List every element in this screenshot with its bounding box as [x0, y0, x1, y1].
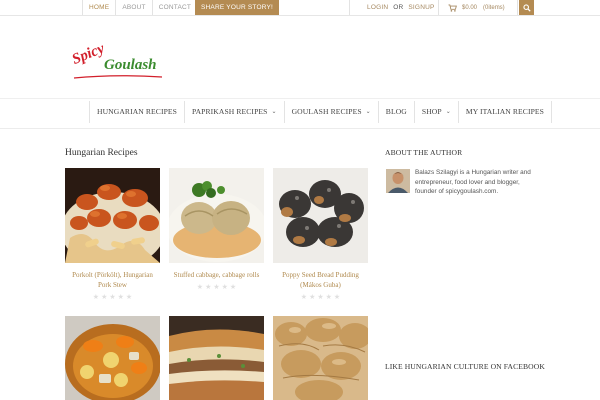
auth-or-label: OR: [393, 4, 404, 11]
top-nav: HOME ABOUT CONTACT: [82, 0, 199, 15]
nav-item-label: MY ITALIAN RECIPES: [465, 107, 544, 116]
star-icon[interactable]: ★: [93, 293, 99, 301]
nav-item-label: GOULASH RECIPES: [291, 107, 362, 116]
recipe-card[interactable]: Porkolt (Pörkölt), Hungarian Pork Stew ★…: [65, 168, 160, 301]
about-author-heading: ABOUT THE AUTHOR: [385, 148, 463, 157]
recipe-title-link[interactable]: Stuffed cabbage, cabbage rolls: [169, 270, 264, 280]
recipe-image-stew[interactable]: [65, 316, 160, 400]
share-story-button[interactable]: SHARE YOUR STORY!: [195, 0, 280, 15]
chevron-down-icon: ⌄: [271, 109, 277, 115]
content-divider: [0, 128, 600, 129]
top-bar: HOME ABOUT CONTACT SHARE YOUR STORY! LOG…: [0, 0, 600, 16]
login-link[interactable]: LOGIN: [367, 4, 388, 11]
site-logo[interactable]: Spicy Goulash: [70, 36, 165, 84]
star-icon[interactable]: ★: [118, 293, 124, 301]
star-icon[interactable]: ★: [222, 283, 228, 291]
top-nav-contact[interactable]: CONTACT: [153, 0, 199, 15]
star-icon[interactable]: ★: [213, 283, 219, 291]
recipe-card[interactable]: Poppy Seed Bread Pudding (Mákos Guba) ★ ★…: [273, 168, 368, 301]
cart-items-count: (0items): [483, 4, 505, 11]
author-bio: Balazs Szilagyi is a Hungarian writer an…: [415, 169, 531, 195]
nav-item-shop[interactable]: SHOP ⌄: [415, 101, 459, 123]
recipe-image-pastry[interactable]: [273, 316, 368, 400]
search-icon: [522, 3, 531, 12]
star-rating[interactable]: ★ ★ ★ ★ ★: [65, 293, 160, 301]
main-nav-bar: HUNGARIAN RECIPES PAPRIKASH RECIPES ⌄ GO…: [0, 98, 600, 126]
star-icon[interactable]: ★: [334, 293, 340, 301]
logo-graphic: Spicy Goulash: [70, 40, 163, 79]
recipe-card[interactable]: [169, 316, 264, 400]
nav-item-hungarian-recipes[interactable]: HUNGARIAN RECIPES: [90, 101, 185, 123]
star-rating[interactable]: ★ ★ ★ ★ ★: [169, 283, 264, 291]
nav-item-label: HUNGARIAN RECIPES: [97, 107, 177, 116]
star-icon[interactable]: ★: [126, 293, 132, 301]
page-title: Hungarian Recipes: [65, 148, 138, 158]
cart-icon: [448, 3, 457, 12]
signup-link[interactable]: SIGNUP: [408, 4, 434, 11]
cart-widget[interactable]: $0.00 (0items): [438, 0, 518, 15]
recipe-image-poppy-seed-pudding[interactable]: [273, 168, 368, 263]
star-icon[interactable]: ★: [197, 283, 203, 291]
top-nav-about[interactable]: ABOUT: [116, 0, 153, 15]
chevron-down-icon: ⌄: [365, 109, 371, 115]
cart-amount: $0.00: [462, 4, 478, 11]
chevron-down-icon: ⌄: [445, 109, 451, 115]
nav-item-paprikash-recipes[interactable]: PAPRIKASH RECIPES ⌄: [185, 101, 285, 123]
star-icon[interactable]: ★: [109, 293, 115, 301]
author-avatar: [386, 169, 410, 193]
star-icon[interactable]: ★: [309, 293, 315, 301]
auth-links: LOGIN OR SIGNUP: [349, 0, 435, 15]
facebook-heading: LIKE HUNGARIAN CULTURE ON FACEBOOK: [385, 362, 545, 371]
recipe-image-casserole[interactable]: [169, 316, 264, 400]
nav-item-blog[interactable]: BLOG: [379, 101, 415, 123]
star-icon[interactable]: ★: [301, 293, 307, 301]
recipe-card[interactable]: Stuffed cabbage, cabbage rolls ★ ★ ★ ★ ★: [169, 168, 264, 291]
main-nav: HUNGARIAN RECIPES PAPRIKASH RECIPES ⌄ GO…: [89, 101, 552, 123]
recipe-title-link[interactable]: Porkolt (Pörkölt), Hungarian Pork Stew: [65, 270, 160, 290]
nav-item-label: PAPRIKASH RECIPES: [191, 107, 268, 116]
recipe-card[interactable]: [273, 316, 368, 400]
star-icon[interactable]: ★: [230, 283, 236, 291]
star-icon[interactable]: ★: [317, 293, 323, 301]
star-icon[interactable]: ★: [101, 293, 107, 301]
logo-spicy-text: Spicy: [70, 40, 107, 67]
nav-item-goulash-recipes[interactable]: GOULASH RECIPES ⌄: [285, 101, 379, 123]
star-rating[interactable]: ★ ★ ★ ★ ★: [273, 293, 368, 301]
recipe-image-pork-stew[interactable]: [65, 168, 160, 263]
nav-item-label: BLOG: [385, 107, 407, 116]
recipe-card[interactable]: [65, 316, 160, 400]
top-nav-home[interactable]: HOME: [83, 0, 117, 15]
logo-goulash-text: Goulash: [104, 57, 157, 73]
recipe-image-stuffed-cabbage[interactable]: [169, 168, 264, 263]
recipe-title-link[interactable]: Poppy Seed Bread Pudding (Mákos Guba): [273, 270, 368, 290]
nav-item-label: SHOP: [421, 107, 442, 116]
star-icon[interactable]: ★: [326, 293, 332, 301]
search-button[interactable]: [519, 0, 534, 15]
star-icon[interactable]: ★: [205, 283, 211, 291]
nav-item-my-italian-recipes[interactable]: MY ITALIAN RECIPES: [459, 101, 552, 123]
